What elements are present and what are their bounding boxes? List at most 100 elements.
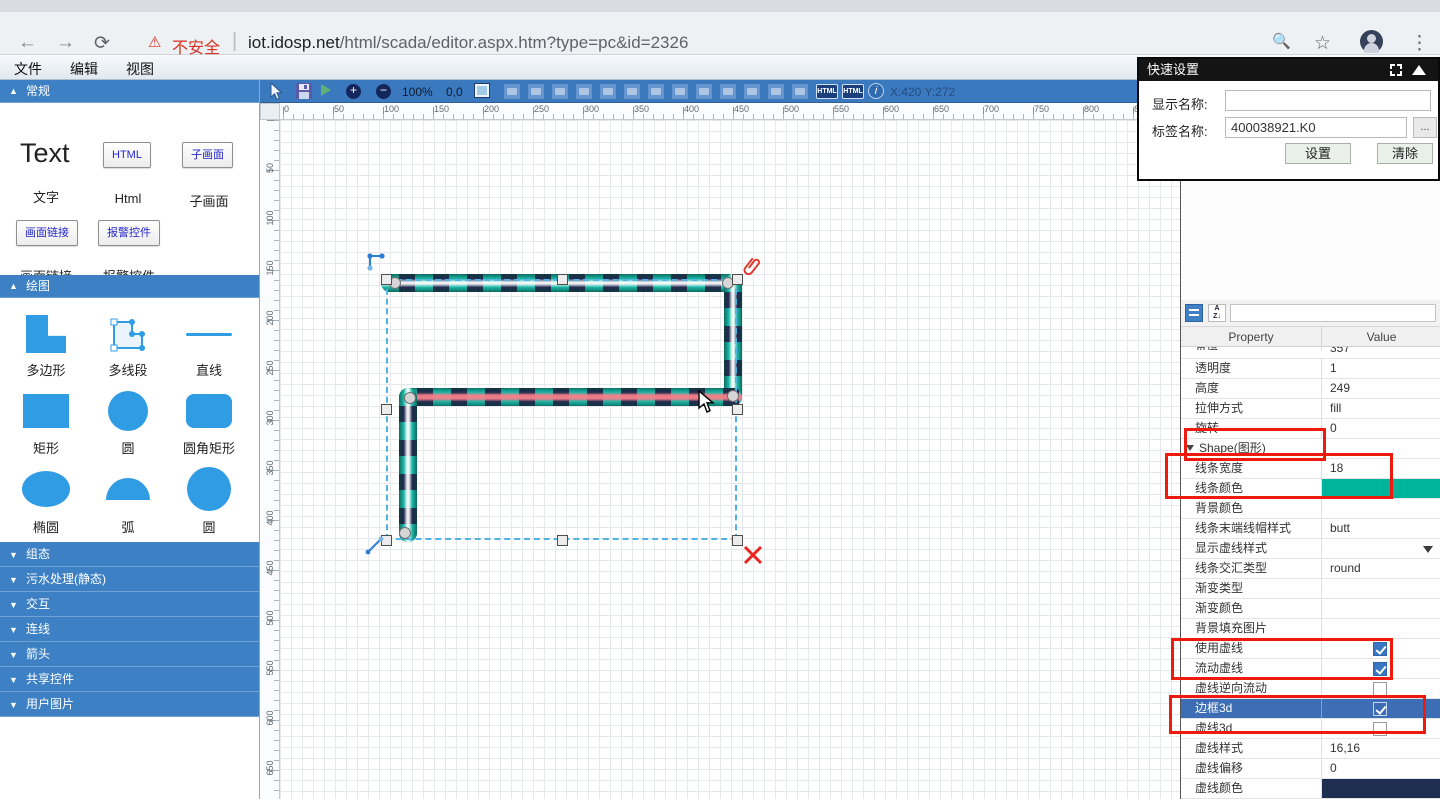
tool-button-4[interactable]: 报警控件 — [98, 220, 160, 246]
vertex-node[interactable] — [727, 390, 739, 402]
categorize-icon[interactable] — [1185, 304, 1203, 322]
polygon-icon — [26, 315, 66, 353]
address-bar[interactable]: iot.idosp.net/html/scada/editor.aspx.htm… — [248, 33, 688, 53]
property-row-14[interactable]: 背景填充图片 — [1181, 619, 1440, 639]
shape-tool-rrect[interactable] — [179, 389, 239, 433]
shape-tool-rect[interactable] — [16, 389, 76, 433]
resize-handle-n[interactable] — [557, 274, 568, 285]
section-label: 组态 — [26, 547, 50, 561]
ruler-label: 200 — [265, 308, 275, 328]
section-header-6[interactable]: ▼用户图片 — [0, 692, 259, 717]
dropdown-arrow-icon[interactable] — [1423, 546, 1433, 553]
sort-az-icon[interactable]: AZ↓ — [1208, 304, 1226, 322]
polyline-edit-icon[interactable] — [366, 250, 388, 272]
section-header-draw[interactable]: ▲ 绘图 — [0, 275, 259, 298]
menu-item-0[interactable]: 文件 — [0, 55, 56, 79]
shape-caption: 多边形 — [26, 360, 65, 379]
vertex-node[interactable] — [404, 392, 416, 404]
shape-tool-circle[interactable] — [98, 389, 158, 433]
property-label: 宽度 — [1181, 347, 1322, 350]
vertex-node[interactable] — [399, 527, 411, 539]
color-swatch[interactable] — [1322, 779, 1440, 798]
tool-button-2[interactable]: 子画面 — [182, 142, 233, 168]
resize-handle-s[interactable] — [557, 535, 568, 546]
section-header-5[interactable]: ▼共享控件 — [0, 667, 259, 692]
resize-handle-e[interactable] — [732, 404, 743, 415]
section-header-0[interactable]: ▼ 组态 — [0, 542, 259, 567]
shape-tool-polygon[interactable] — [16, 312, 76, 356]
reload-icon[interactable]: ⟳ — [94, 32, 110, 55]
display-name-input[interactable] — [1225, 90, 1431, 111]
attach-tag-icon[interactable] — [740, 254, 762, 280]
shape-tool-arc[interactable] — [98, 467, 158, 511]
clear-button[interactable]: 清除 — [1377, 143, 1433, 164]
property-row-22[interactable]: 虚线颜色 — [1181, 779, 1440, 799]
export-html-icon[interactable]: HTML — [816, 84, 838, 99]
line-edit-icon[interactable] — [364, 534, 386, 556]
apply-button[interactable]: 设置 — [1285, 143, 1351, 164]
run-preview-icon[interactable] — [320, 83, 332, 100]
tool-button-1[interactable]: HTML — [103, 142, 151, 168]
alignment-icon-disabled — [600, 84, 616, 99]
bookmark-star-icon[interactable]: ☆ — [1314, 32, 1331, 55]
section-header-3[interactable]: ▼连线 — [0, 617, 259, 642]
checkbox-unchecked[interactable] — [1373, 682, 1387, 696]
property-row-21[interactable]: 虚线偏移0 — [1181, 759, 1440, 779]
page-zoom-icon[interactable]: 🔍 — [1272, 32, 1291, 50]
section-label: 箭头 — [26, 647, 50, 661]
property-value: 16,16 — [1322, 739, 1440, 758]
export-html-icon[interactable]: HTML — [842, 84, 864, 99]
dock-icon[interactable] — [1390, 64, 1402, 76]
property-row-1[interactable]: 透明度1 — [1181, 359, 1440, 379]
collapsed-arrow-icon: ▼ — [9, 593, 18, 618]
shape-tool-polyline[interactable] — [98, 312, 158, 356]
browser-menu-icon[interactable]: ⋮ — [1410, 32, 1429, 55]
save-icon[interactable] — [296, 83, 312, 100]
property-row-0[interactable]: 宽度357 — [1181, 347, 1440, 359]
menu-item-1[interactable]: 编辑 — [56, 55, 112, 79]
property-row-10[interactable]: 显示虚线样式 — [1181, 539, 1440, 559]
collapsed-arrow-icon: ▼ — [9, 543, 18, 568]
shape-tool-line[interactable] — [179, 312, 239, 356]
delete-x-icon[interactable] — [742, 544, 764, 566]
tag-name-input[interactable] — [1225, 117, 1407, 138]
shape-tool-ellipse[interactable] — [16, 467, 76, 511]
info-icon[interactable]: i — [868, 83, 884, 99]
menu-item-2[interactable]: 视图 — [112, 55, 168, 79]
property-column-header: Property — [1181, 327, 1322, 347]
property-row-8[interactable]: 背景颜色 — [1181, 499, 1440, 519]
resize-handle-w[interactable] — [381, 404, 392, 415]
zoom-out-icon[interactable]: − — [376, 84, 391, 99]
property-row-20[interactable]: 虚线样式16,16 — [1181, 739, 1440, 759]
property-row-13[interactable]: 渐变颜色 — [1181, 599, 1440, 619]
collapse-up-icon[interactable] — [1412, 65, 1426, 75]
collapsed-arrow-icon: ▼ — [9, 568, 18, 593]
section-header-4[interactable]: ▼箭头 — [0, 642, 259, 667]
select-cursor-tool-icon[interactable] — [270, 83, 284, 100]
resize-handle-nw[interactable] — [381, 274, 392, 285]
section-header-2[interactable]: ▼交互 — [0, 592, 259, 617]
property-row-3[interactable]: 拉伸方式fill — [1181, 399, 1440, 419]
text-tool-glyph[interactable]: Text — [20, 138, 70, 169]
section-label: 常规 — [26, 84, 50, 98]
shape-caption: 椭圆 — [33, 517, 59, 536]
forward-icon[interactable]: → — [56, 32, 75, 54]
section-header-1[interactable]: ▼污水处理(静态) — [0, 567, 259, 592]
zoom-in-icon[interactable]: + — [346, 84, 361, 99]
vertical-ruler: 50100150200250300350400450500550600650 — [260, 120, 280, 799]
design-canvas[interactable] — [280, 120, 1180, 799]
property-row-11[interactable]: 线条交汇类型round — [1181, 559, 1440, 579]
ruler-label: 300 — [584, 104, 599, 114]
canvas-settings-icon[interactable] — [474, 83, 490, 100]
property-label: 透明度 — [1181, 359, 1322, 378]
tool-button-3[interactable]: 画面链接 — [16, 220, 78, 246]
profile-avatar[interactable] — [1360, 30, 1383, 53]
property-filter-input[interactable] — [1230, 304, 1436, 322]
property-row-12[interactable]: 渐变类型 — [1181, 579, 1440, 599]
shape-tool-circle2[interactable] — [179, 467, 239, 511]
browse-tag-button[interactable]: ... — [1413, 117, 1437, 138]
back-icon[interactable]: ← — [18, 32, 37, 54]
property-row-9[interactable]: 线条末端线帽样式butt — [1181, 519, 1440, 539]
section-header-general[interactable]: ▲ 常规 — [0, 80, 259, 103]
property-row-2[interactable]: 高度249 — [1181, 379, 1440, 399]
